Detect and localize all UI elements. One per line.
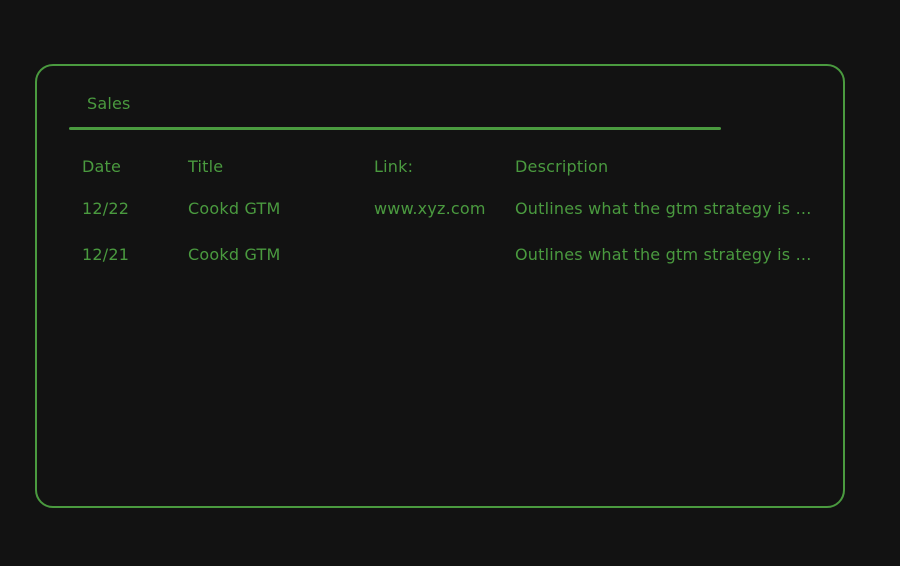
row-date: 12/22 xyxy=(82,199,130,218)
tab-sales[interactable]: Sales xyxy=(87,94,131,113)
panel-frame xyxy=(35,64,845,508)
column-header-title: Title xyxy=(188,157,224,176)
tab-underline xyxy=(69,127,721,130)
column-header-link: Link: xyxy=(374,157,414,176)
row-description: Outlines what the gtm strategy is ... xyxy=(515,245,812,264)
row-description: Outlines what the gtm strategy is ... xyxy=(515,199,812,218)
row-date: 12/21 xyxy=(82,245,130,264)
row-title: Cookd GTM xyxy=(188,245,281,264)
column-header-description: Description xyxy=(515,157,609,176)
row-title: Cookd GTM xyxy=(188,199,281,218)
column-header-date: Date xyxy=(82,157,122,176)
row-link[interactable]: www.xyz.com xyxy=(374,199,486,218)
